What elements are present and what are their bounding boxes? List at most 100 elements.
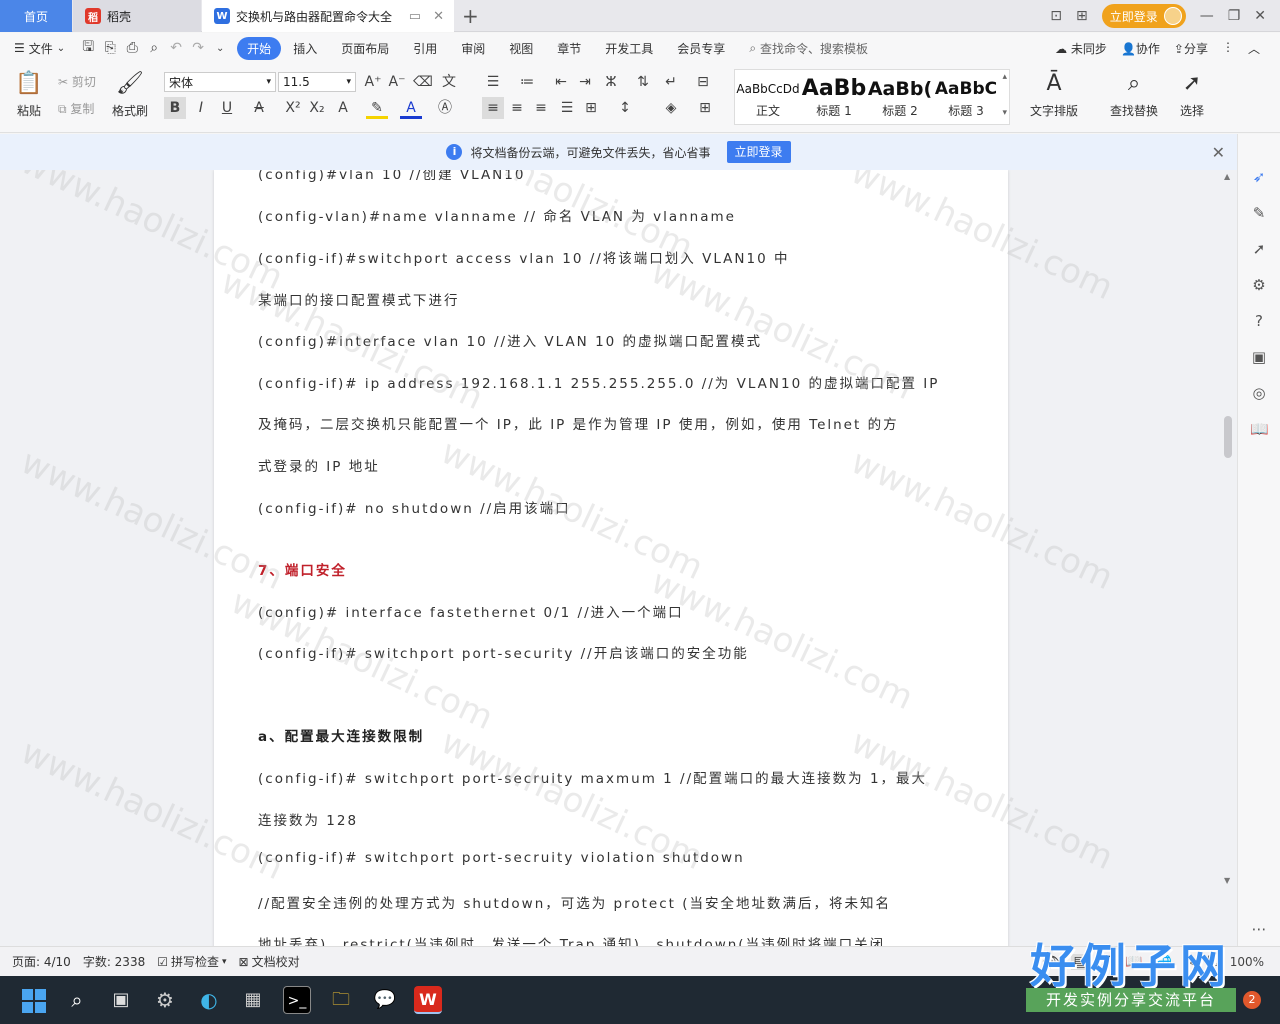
shrink-font-icon[interactable]: A⁻ <box>386 71 408 93</box>
spellcheck-toggle[interactable]: ☑ 拼写检查 ▾ <box>157 953 226 970</box>
tab-stops-icon[interactable]: ⊟ <box>692 71 714 93</box>
align-left-icon[interactable]: ≡ <box>482 97 504 119</box>
char-border-icon[interactable]: Ⓐ <box>434 97 456 119</box>
menu-tab-section[interactable]: 章节 <box>545 40 593 57</box>
command-search[interactable]: ⌕ 查找命令、搜索模板 <box>749 40 868 57</box>
file-explorer-icon[interactable]: 🗀 <box>327 986 355 1014</box>
print-icon[interactable]: ⎙ <box>121 40 143 56</box>
document-page[interactable]: (config)#vlan 10 //创建 VLAN10 (config-vla… <box>214 170 1008 946</box>
font-color-icon[interactable]: A <box>400 97 422 119</box>
select-button[interactable]: ➚ 选择 <box>1172 71 1212 118</box>
control-panel-icon[interactable]: ▦ <box>239 986 267 1014</box>
proofread-button[interactable]: ⊠ 文档校对 <box>239 953 300 970</box>
bullet-list-icon[interactable]: ☰ <box>482 71 504 93</box>
help-icon[interactable]: ? <box>1250 312 1268 330</box>
tab-close-icon[interactable]: ✕ <box>433 9 444 24</box>
clear-format-icon[interactable]: ⌫ <box>412 71 434 93</box>
wps-office-icon[interactable]: W <box>414 986 442 1014</box>
close-window-icon[interactable]: ✕ <box>1254 8 1266 24</box>
page-indicator[interactable]: 页面: 4/10 <box>12 953 71 970</box>
adjust-icon[interactable]: ⚙ <box>1250 276 1268 294</box>
scroll-down-icon[interactable]: ▼ <box>1224 876 1230 885</box>
menu-tab-view[interactable]: 视图 <box>497 40 545 57</box>
style-heading-1[interactable]: AaBb 标题 1 <box>801 76 867 119</box>
windows-start-icon[interactable] <box>20 986 48 1014</box>
line-spacing-icon[interactable]: ↕ <box>614 97 636 119</box>
menu-tab-insert[interactable]: 插入 <box>281 40 329 57</box>
decrease-indent-icon[interactable]: ⇤ <box>550 71 572 93</box>
task-view-icon[interactable]: ▣ <box>107 986 135 1014</box>
menu-tab-member[interactable]: 会员专享 <box>665 40 737 57</box>
book-icon[interactable]: 📖 <box>1250 420 1269 438</box>
increase-indent-icon[interactable]: ⇥ <box>574 71 596 93</box>
tab-home[interactable]: 首页 <box>0 0 72 32</box>
menu-tab-developer[interactable]: 开发工具 <box>593 40 665 57</box>
share-button[interactable]: ⇪分享 <box>1174 40 1208 57</box>
show-marks-icon[interactable]: ↵ <box>660 71 682 93</box>
underline-icon[interactable]: U <box>216 97 238 119</box>
settings-gear-icon[interactable]: ⚙ <box>151 986 179 1014</box>
layout-icon[interactable]: ⊡ <box>1050 8 1062 24</box>
style-scroll-up-icon[interactable]: ▴ <box>1002 72 1007 82</box>
superscript-icon[interactable]: X² <box>282 97 304 119</box>
grow-font-icon[interactable]: A⁺ <box>362 71 384 93</box>
copy-button[interactable]: ⧉ 复制 <box>58 100 94 117</box>
phonetic-guide-icon[interactable]: 文 <box>438 71 460 93</box>
align-center-icon[interactable]: ≡ <box>506 97 528 119</box>
shading-icon[interactable]: ◈ <box>660 97 682 119</box>
pen-icon[interactable]: ✎ <box>1250 204 1268 222</box>
tab-daoke[interactable]: 稻 稻壳 <box>73 0 201 32</box>
close-icon[interactable]: ✕ <box>1212 143 1225 162</box>
cut-button[interactable]: ✂ 剪切 <box>58 73 96 90</box>
notification-badge[interactable]: 2 <box>1243 991 1261 1009</box>
text-effect-icon[interactable]: A <box>332 97 354 119</box>
login-button[interactable]: 立即登录 <box>1101 4 1186 28</box>
cloud-sync-button[interactable]: ☁ 未同步 <box>1055 40 1107 57</box>
tab-pin-icon[interactable]: ▭ <box>409 9 421 24</box>
apps-grid-icon[interactable]: ⊞ <box>1076 8 1088 24</box>
format-painter-button[interactable]: 🖌 格式刷 <box>110 71 150 118</box>
menu-tab-review[interactable]: 审阅 <box>449 40 497 57</box>
collab-button[interactable]: 👤协作 <box>1121 40 1160 57</box>
menu-tab-references[interactable]: 引用 <box>401 40 449 57</box>
highlight-icon[interactable]: ✎ <box>366 97 388 119</box>
menu-tab-home[interactable]: 开始 <box>237 36 282 60</box>
font-size-select[interactable]: 11.5 ▾ <box>278 72 356 92</box>
minimize-icon[interactable]: — <box>1200 8 1214 24</box>
more-options-icon[interactable]: ⋮ <box>1222 40 1234 57</box>
collapse-ribbon-icon[interactable]: ︿ <box>1248 40 1260 57</box>
scroll-up-icon[interactable]: ▲ <box>1224 172 1230 181</box>
text-layout-button[interactable]: Ā 文字排版 <box>1024 71 1084 118</box>
justify-icon[interactable]: ☰ <box>556 97 578 119</box>
find-replace-button[interactable]: ⌕ 查找替换 <box>1104 71 1164 118</box>
rocket-icon[interactable]: ➶ <box>1250 168 1268 186</box>
vertical-scrollbar[interactable]: ▲ ▼ <box>1221 170 1235 890</box>
scrollbar-thumb[interactable] <box>1224 416 1232 458</box>
menu-file[interactable]: ☰ 文件 ⌄ <box>0 40 77 57</box>
align-right-icon[interactable]: ≡ <box>530 97 552 119</box>
export-pdf-icon[interactable]: ⎘ <box>99 40 121 56</box>
customize-chevron-icon[interactable]: ⌄ <box>209 43 231 54</box>
pointer-icon[interactable]: ➚ <box>1250 240 1268 258</box>
borders-icon[interactable]: ⊞ <box>694 97 716 119</box>
style-normal[interactable]: AaBbCcDd 正文 <box>735 76 801 119</box>
italic-icon[interactable]: I <box>190 97 212 119</box>
menu-tab-layout[interactable]: 页面布局 <box>329 40 401 57</box>
style-heading-3[interactable]: AaBbC 标题 3 <box>933 76 999 119</box>
edge-browser-icon[interactable]: ◐ <box>195 986 223 1014</box>
save-icon[interactable]: 🖫 <box>77 36 99 60</box>
terminal-icon[interactable]: >_ <box>283 986 311 1014</box>
font-name-select[interactable]: 宋体 ▾ <box>164 72 276 92</box>
print-preview-icon[interactable]: ⌕ <box>143 40 165 56</box>
location-icon[interactable]: ◎ <box>1250 384 1268 402</box>
distribute-icon[interactable]: ⊞ <box>580 97 602 119</box>
new-tab-button[interactable]: + <box>462 4 479 28</box>
tab-document[interactable]: W 交换机与路由器配置命令大全 ▭ ✕ <box>202 0 454 32</box>
search-icon[interactable]: ⌕ <box>63 986 91 1014</box>
subscript-icon[interactable]: X₂ <box>306 97 328 119</box>
word-count[interactable]: 字数: 2338 <box>83 953 145 970</box>
redo-icon[interactable]: ↷ <box>187 40 209 56</box>
numbered-list-icon[interactable]: ≔ <box>516 71 538 93</box>
restore-icon[interactable]: ❐ <box>1228 8 1241 24</box>
style-scroll-down-icon[interactable]: ▾ <box>1002 108 1007 118</box>
